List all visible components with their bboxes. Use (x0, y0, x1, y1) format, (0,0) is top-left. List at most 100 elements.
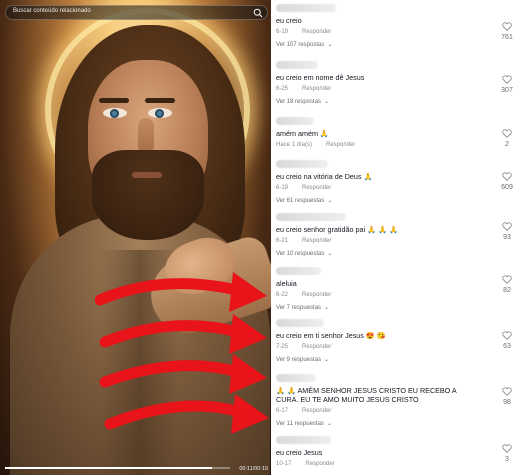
like-button[interactable]: 307 (496, 75, 518, 94)
mouth (132, 172, 162, 178)
arrow-head (231, 394, 269, 434)
comment-date: 6-19 (276, 185, 289, 191)
reply-button[interactable]: Responder (302, 185, 331, 191)
comment-date: 10-17 (276, 461, 292, 467)
heart-outline-icon[interactable] (502, 222, 512, 231)
heart-outline-icon[interactable] (502, 172, 512, 181)
comment-item: eu creio 6-19 Responder Ver 107 respostas… (276, 4, 526, 48)
heart-outline-icon[interactable] (502, 75, 512, 84)
view-replies-button[interactable]: Ver 11 respuestas ⌄ (276, 420, 526, 427)
chevron-down-icon: ⌄ (327, 198, 333, 204)
chevron-down-icon: ⌄ (327, 42, 333, 48)
view-replies-button[interactable]: Ver 10 respuestas ⌄ (276, 250, 526, 257)
chevron-down-icon: ⌄ (324, 99, 330, 105)
view-replies-button[interactable]: Ver 107 respostas ⌄ (276, 41, 526, 48)
reply-button[interactable]: Responder (305, 461, 334, 467)
comment-text: eu creio senhor gratidão pai 🙏 🙏 🙏 (276, 225, 398, 234)
like-count: 93 (503, 234, 511, 241)
like-button[interactable]: 761 (496, 22, 518, 41)
like-count: 98 (503, 399, 511, 406)
search-placeholder: Buscar conteúdo relacionado (13, 8, 91, 14)
comments-panel: eu creio 6-19 Responder Ver 107 respostas… (271, 0, 530, 475)
blurred-username (276, 213, 346, 221)
comment-item: eu creio senhor gratidão pai 🙏 🙏 🙏 6-21 R… (276, 213, 526, 257)
blurred-username (276, 319, 324, 327)
comment-meta: 6-17 Responder (276, 408, 526, 414)
blurred-username (276, 117, 314, 125)
chevron-down-icon: ⌄ (327, 251, 333, 257)
comment-date: 6-25 (276, 86, 289, 92)
heart-outline-icon[interactable] (502, 444, 512, 453)
comment-meta: 6-19 Responder (276, 29, 526, 35)
view-replies-button[interactable]: Ver 18 respostas ⌄ (276, 98, 526, 105)
comment-date: 6-19 (276, 29, 289, 35)
video-player[interactable]: Buscar conteúdo relacionado 00:11/00:19 (0, 0, 271, 475)
comment-meta: Hace 1 día(s) Responder (276, 142, 526, 148)
like-count: 2 (505, 141, 509, 148)
heart-outline-icon[interactable] (502, 331, 512, 340)
heart-outline-icon[interactable] (502, 387, 512, 396)
view-replies-label: Ver 107 respostas (276, 42, 325, 48)
reply-button[interactable]: Responder (326, 142, 355, 148)
comment-item: eu creio em nome dê Jesus 6-25 Responder … (276, 61, 526, 105)
like-button[interactable]: 2 (496, 129, 518, 148)
like-button[interactable]: 63 (496, 331, 518, 350)
view-replies-button[interactable]: Ver 9 respuestas ⌄ (276, 356, 526, 363)
view-replies-label: Ver 11 respuestas (276, 421, 324, 427)
comment-item: aleluia 6-22 Responder Ver 7 respuestas ⌄ … (276, 267, 526, 311)
comment-text: eu creio em nome dê Jesus (276, 73, 365, 82)
blurred-username (276, 267, 321, 275)
view-replies-label: Ver 61 respuestas (276, 198, 325, 204)
comment-item: eu creio em ti senhor Jesus 😍 😘 7-25 Resp… (276, 319, 526, 363)
right-eyebrow (145, 98, 175, 103)
like-count: 609 (501, 184, 513, 191)
like-button[interactable]: 93 (496, 222, 518, 241)
reply-button[interactable]: Responder (302, 86, 331, 92)
like-count: 761 (501, 34, 513, 41)
blurred-username (276, 160, 328, 168)
blurred-username (276, 374, 316, 382)
arrow-head (229, 272, 267, 312)
comment-date: 6-22 (276, 292, 289, 298)
arrow-stroke (104, 400, 253, 430)
comment-meta: 6-22 Responder (276, 292, 526, 298)
comment-text: eu creio em ti senhor Jesus 😍 😘 (276, 331, 386, 340)
view-replies-label: Ver 10 respuestas (276, 251, 325, 257)
search-icon[interactable] (253, 8, 263, 18)
reply-button[interactable]: Responder (302, 238, 331, 244)
view-replies-label: Ver 9 respuestas (276, 357, 322, 363)
reply-button[interactable]: Responder (302, 29, 331, 35)
blurred-username (276, 61, 318, 69)
comment-date: Hace 1 día(s) (276, 142, 313, 148)
video-progress-bar[interactable] (5, 467, 230, 469)
view-replies-label: Ver 7 respuestas (276, 305, 322, 311)
heart-outline-icon[interactable] (502, 129, 512, 138)
arrow-stroke (99, 360, 251, 388)
like-button[interactable]: 82 (496, 275, 518, 294)
arrow-stroke (99, 320, 251, 348)
comment-text: eu creio na vitória de Deus 🙏 (276, 172, 373, 181)
arrow-head (229, 314, 267, 354)
heart-outline-icon[interactable] (502, 275, 512, 284)
video-progress-fill (5, 467, 212, 469)
comment-meta: 7-25 Responder (276, 344, 526, 350)
like-button[interactable]: 609 (496, 172, 518, 191)
comment-item: 🙏 🙏 AMÉM SENHOR JESUS CRISTO EU RECEBO A… (276, 374, 526, 427)
chevron-down-icon: ⌄ (324, 305, 330, 311)
view-replies-button[interactable]: Ver 7 respuestas ⌄ (276, 304, 526, 311)
chevron-down-icon: ⌄ (324, 357, 330, 363)
heart-outline-icon[interactable] (502, 22, 512, 31)
comment-text: eu creio (276, 16, 302, 25)
reply-button[interactable]: Responder (302, 408, 331, 414)
like-button[interactable]: 98 (496, 387, 518, 406)
reply-button[interactable]: Responder (302, 344, 331, 350)
search-bar[interactable]: Buscar conteúdo relacionado (5, 5, 268, 20)
video-time: 00:11/00:19 (239, 466, 268, 472)
view-replies-button[interactable]: Ver 61 respuestas ⌄ (276, 197, 526, 204)
comment-meta: 6-19 Responder (276, 185, 526, 191)
like-button[interactable]: 3 (496, 444, 518, 463)
chevron-down-icon: ⌄ (326, 421, 332, 427)
screen: Buscar conteúdo relacionado 00:11/00:19 … (0, 0, 530, 475)
right-eye (148, 108, 172, 118)
reply-button[interactable]: Responder (302, 292, 331, 298)
